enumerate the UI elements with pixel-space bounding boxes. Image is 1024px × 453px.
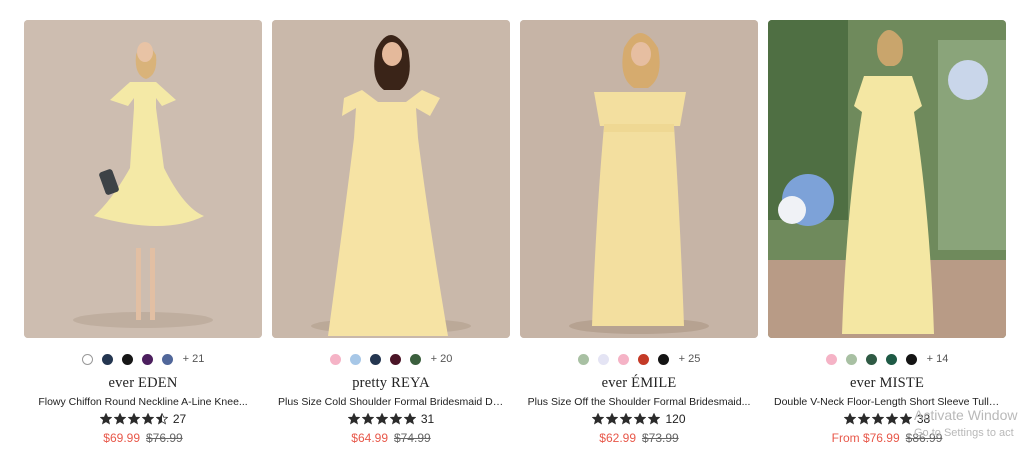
sale-price: $64.99 (351, 431, 388, 445)
product-card[interactable]: + 25 ever ÉMILE Plus Size Off the Should… (520, 20, 758, 453)
color-swatch[interactable] (905, 353, 917, 365)
color-swatch[interactable] (825, 353, 837, 365)
color-swatches: + 20 (272, 351, 510, 367)
more-colors-link[interactable]: + 14 (927, 353, 949, 365)
color-swatches: + 14 (768, 351, 1006, 367)
sale-price: From $76.99 (831, 431, 900, 445)
more-colors-link[interactable]: + 25 (679, 353, 701, 365)
star-filled-icon (375, 413, 388, 425)
star-half-icon (155, 413, 168, 425)
model-photo (520, 20, 758, 338)
color-swatch[interactable] (81, 353, 93, 365)
star-filled-icon (389, 413, 402, 425)
model-photo (24, 20, 262, 338)
color-swatch[interactable] (617, 353, 629, 365)
review-count: 27 (172, 412, 187, 426)
color-swatch[interactable] (885, 353, 897, 365)
product-title[interactable]: Plus Size Off the Shoulder Formal Brides… (526, 396, 752, 408)
rating: 120 (520, 412, 758, 426)
color-swatch[interactable] (637, 353, 649, 365)
product-title[interactable]: Plus Size Cold Shoulder Formal Bridesmai… (278, 396, 504, 408)
brand-name: ever EDEN (108, 375, 178, 391)
rating: 27 (24, 412, 262, 426)
star-filled-icon (403, 413, 416, 425)
brand-name: ever ÉMILE (601, 375, 677, 391)
original-price: $74.99 (394, 431, 431, 445)
product-image[interactable] (768, 20, 1006, 338)
color-swatch[interactable] (657, 353, 669, 365)
star-filled-icon (347, 413, 360, 425)
color-swatch[interactable] (865, 353, 877, 365)
product-image[interactable] (272, 20, 510, 338)
review-count: 31 (420, 412, 435, 426)
rating: 31 (272, 412, 510, 426)
brand-name: pretty REYA (352, 375, 430, 391)
star-filled-icon (871, 413, 884, 425)
star-filled-icon (885, 413, 898, 425)
more-colors-link[interactable]: + 20 (431, 353, 453, 365)
price: $64.99 $74.99 (272, 431, 510, 445)
product-image[interactable] (24, 20, 262, 338)
original-price: $73.99 (642, 431, 679, 445)
color-swatch[interactable] (161, 353, 173, 365)
product-title[interactable]: Flowy Chiffon Round Neckline A-Line Knee… (30, 396, 256, 408)
star-filled-icon (648, 413, 661, 425)
product-grid: + 21 ever EDEN Flowy Chiffon Round Neckl… (24, 20, 1006, 453)
star-filled-icon (843, 413, 856, 425)
color-swatch[interactable] (101, 353, 113, 365)
product-card[interactable]: + 14 ever MISTE Double V-Neck Floor-Leng… (768, 20, 1006, 453)
star-filled-icon (113, 413, 126, 425)
star-filled-icon (620, 413, 633, 425)
model-photo (272, 20, 510, 338)
price: $62.99 $73.99 (520, 431, 758, 445)
color-swatches: + 21 (24, 351, 262, 367)
product-card[interactable]: + 20 pretty REYA Plus Size Cold Shoulder… (272, 20, 510, 453)
color-swatch[interactable] (121, 353, 133, 365)
model-photo (768, 20, 1006, 338)
star-filled-icon (857, 413, 870, 425)
more-colors-link[interactable]: + 21 (183, 353, 205, 365)
sale-price: $62.99 (599, 431, 636, 445)
brand-name: ever MISTE (849, 375, 925, 391)
color-swatch[interactable] (329, 353, 341, 365)
original-price: $76.99 (146, 431, 183, 445)
star-filled-icon (141, 413, 154, 425)
star-filled-icon (361, 413, 374, 425)
color-swatch[interactable] (141, 353, 153, 365)
product-image[interactable] (520, 20, 758, 338)
price: $69.99 $76.99 (24, 431, 262, 445)
color-swatch[interactable] (845, 353, 857, 365)
review-count: 120 (665, 412, 686, 426)
windows-activation-watermark: Activate Window (914, 407, 1018, 423)
product-card[interactable]: + 21 ever EDEN Flowy Chiffon Round Neckl… (24, 20, 262, 453)
sale-price: $69.99 (103, 431, 140, 445)
color-swatch[interactable] (597, 353, 609, 365)
color-swatch[interactable] (409, 353, 421, 365)
star-filled-icon (634, 413, 647, 425)
star-filled-icon (99, 413, 112, 425)
color-swatch[interactable] (349, 353, 361, 365)
windows-activation-hint: Go to Settings to act (914, 427, 1014, 439)
color-swatch[interactable] (389, 353, 401, 365)
color-swatch[interactable] (577, 353, 589, 365)
star-filled-icon (592, 413, 605, 425)
color-swatches: + 25 (520, 351, 758, 367)
color-swatch[interactable] (369, 353, 381, 365)
star-filled-icon (606, 413, 619, 425)
star-filled-icon (899, 413, 912, 425)
star-filled-icon (127, 413, 140, 425)
